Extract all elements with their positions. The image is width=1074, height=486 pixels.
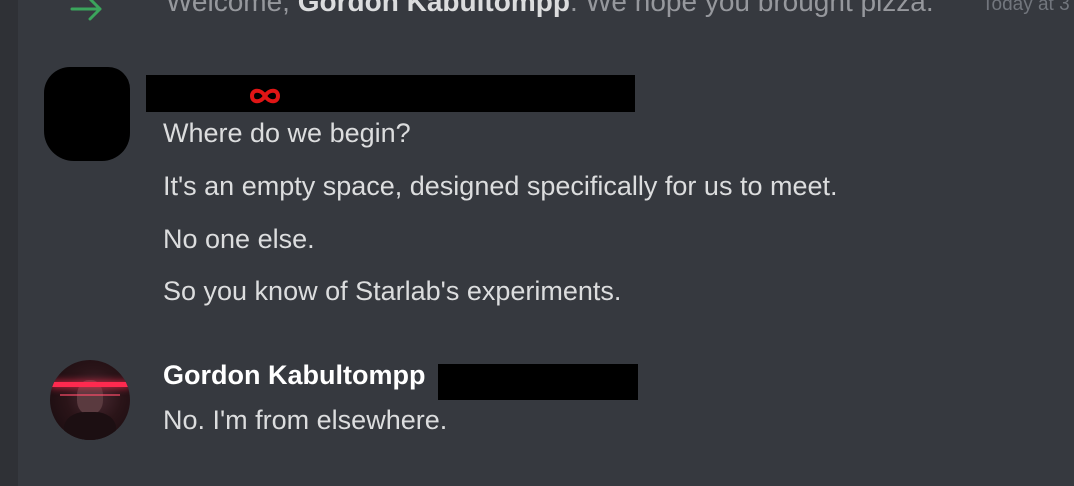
avatar-neon-light [60, 394, 120, 396]
message-line: Where do we begin? [163, 118, 411, 148]
channel-sidebar-edge [0, 0, 18, 486]
system-message-prefix: Welcome, [166, 0, 298, 17]
avatar-body [64, 412, 116, 440]
avatar-neon-light [50, 382, 130, 387]
system-message-suffix: . We hope you brought pizza. [569, 0, 934, 17]
join-arrow-icon [70, 0, 102, 21]
system-message-text: Welcome, Gordon Kabultompp. We hope you … [166, 0, 934, 18]
system-message-username[interactable]: Gordon Kabultompp [298, 0, 570, 17]
message-line: No. I'm from elsewhere. [163, 405, 448, 435]
message-author[interactable]: Gordon Kabultompp [163, 360, 425, 391]
message-line: So you know of Starlab's experiments. [163, 276, 622, 306]
redacted-username[interactable] [146, 75, 635, 112]
redacted-role-tag [438, 364, 638, 400]
chat-view: Welcome, Gordon Kabultompp. We hope you … [0, 0, 1074, 486]
system-message-timestamp: Today at 3 [982, 0, 1070, 15]
message-line: No one else. [163, 224, 315, 254]
redacted-avatar[interactable] [44, 67, 130, 161]
redaction-scribble-icon [249, 88, 281, 104]
message-line: It's an empty space, designed specifical… [163, 171, 838, 201]
avatar[interactable] [50, 360, 130, 440]
